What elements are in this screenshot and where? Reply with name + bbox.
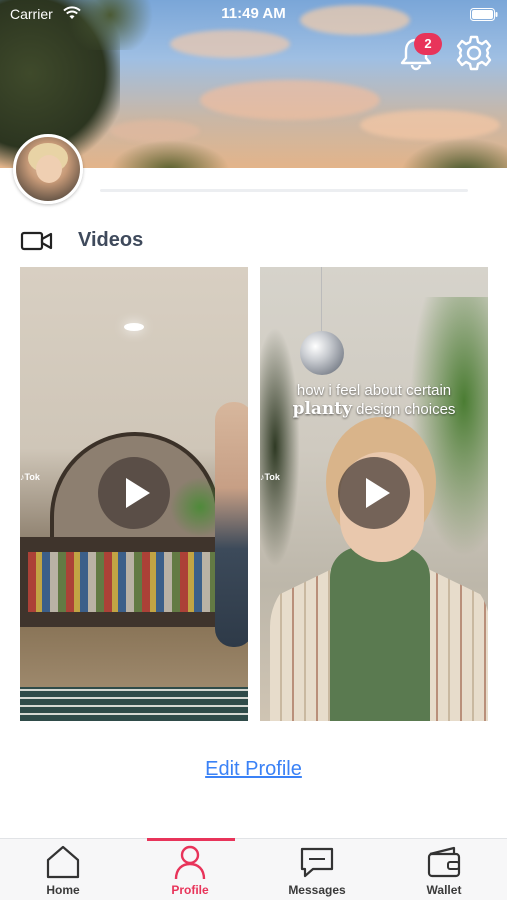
video-camera-icon [20,231,53,251]
video-caption-bold: planty [292,399,353,419]
video-caption: how i feel about certain planty design c… [260,381,488,419]
tab-messages-label: Messages [288,883,346,897]
messages-icon [300,847,334,878]
play-button[interactable] [338,457,410,529]
tab-messages[interactable]: Messages [254,839,380,900]
home-icon [46,845,80,879]
notification-badge: 2 [414,33,442,55]
video-caption-rest: design choices [352,401,456,418]
tiktok-watermark: ♪Tok [260,472,280,482]
status-time: 11:49 AM [221,5,286,22]
video-thumbnail-1[interactable]: ♪Tok [20,267,248,721]
tab-profile[interactable]: Profile [127,839,253,900]
wallet-icon [427,846,461,878]
videos-title: Videos [78,229,144,251]
play-icon [366,478,390,508]
profile-cover-image: Carrier 11:49 AM [0,0,507,168]
disco-ball-image [300,331,344,375]
play-icon [126,478,150,508]
edit-profile-link[interactable]: Edit Profile [0,758,507,781]
settings-gear-icon[interactable] [454,33,494,73]
tab-home-label: Home [46,883,80,897]
battery-icon [470,8,498,21]
tab-wallet-label: Wallet [426,883,462,897]
play-button[interactable] [98,457,170,529]
tiktok-watermark: ♪Tok [20,472,40,482]
tab-profile-label: Profile [171,883,209,897]
bottom-tab-bar: Home Profile Messages Wallet [0,838,507,900]
video-caption-line1: how i feel about certain [296,382,452,399]
avatar[interactable] [13,134,83,204]
video-thumbnail-2[interactable]: how i feel about certain planty design c… [260,267,488,721]
tab-wallet[interactable]: Wallet [381,839,507,900]
tab-home[interactable]: Home [0,839,126,900]
divider [100,189,468,192]
profile-icon [174,845,206,880]
status-bar: Carrier 11:49 AM [0,0,507,28]
